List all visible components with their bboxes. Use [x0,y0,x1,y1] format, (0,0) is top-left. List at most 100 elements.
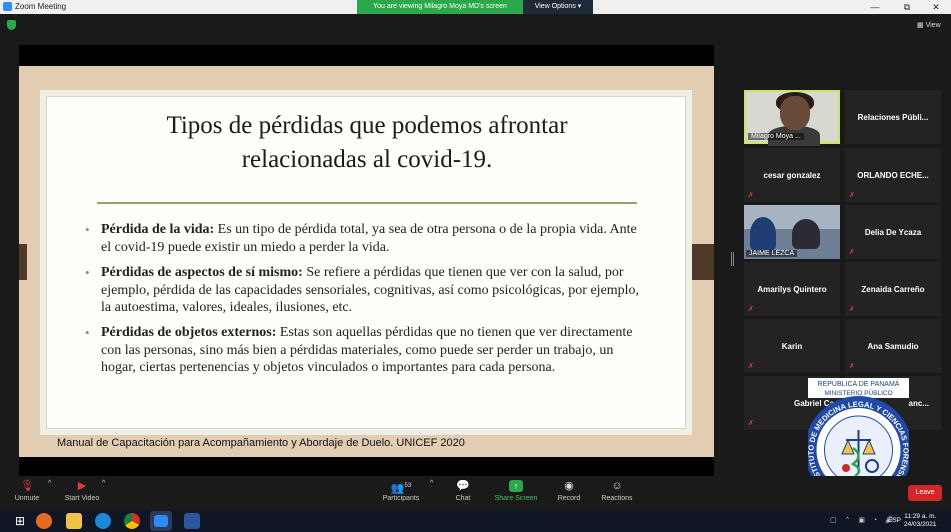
participant-tile[interactable]: ORLANDO ECHE... ✗ [845,148,941,202]
participant-tile[interactable]: Amarilys Quintero ✗ [744,262,840,316]
zoom-app-icon [154,515,168,527]
chat-icon: 💬 [456,480,470,492]
participant-name: Delia De Ycaza [864,227,922,237]
start-video-button[interactable]: ▶ Start Video [62,480,102,502]
word-icon[interactable] [184,513,200,529]
file-explorer-icon[interactable] [66,513,82,529]
muted-mic-icon: ✗ [748,306,754,313]
muted-mic-icon: ✗ [849,249,855,256]
participants-button[interactable]: 👥53 Participants [380,480,422,502]
view-options-button[interactable]: View Options ▾ [523,0,593,14]
slide-footer: Manual de Capacitación para Acompañamien… [57,437,465,449]
video-off-icon: ▶ [77,480,87,492]
meeting-toolbar: 🎙 Unmute ^ ▶ Start Video ^ 👥53 Participa… [0,476,951,510]
video-options-chevron-icon[interactable]: ^ [102,480,105,487]
minimize-button[interactable]: — [860,0,890,14]
muted-mic-icon: ✗ [748,192,754,199]
muted-microphone-icon: 🎙 [20,480,34,492]
system-tray-icons[interactable]: ▢ ⌃ ▣ ◔ 🔊 [830,516,897,524]
participant-tile[interactable]: Ana Samudio ✗ [845,319,941,373]
participant-tile[interactable]: Relaciones Públi... [845,90,941,144]
chevron-down-icon: ▾ [577,3,582,10]
slide-title-line-1: Tipos de pérdidas que podemos afrontar [166,112,568,139]
participant-tile[interactable]: Delia De Ycaza ✗ [845,205,941,259]
bullet-item: • Pérdida de la vida: Es un tipo de pérdi… [83,221,643,256]
language-indicator[interactable]: ESP [888,517,901,524]
muted-mic-icon: ✗ [849,306,855,313]
video-face [780,96,810,130]
video-person [792,219,820,249]
participant-name: Milagro Moya ... [748,133,804,140]
participant-name: JAIME LEZCA [746,250,798,257]
audio-options-chevron-icon[interactable]: ^ [48,480,51,487]
slide-decoration-left [19,244,27,280]
unmute-label: Unmute [14,495,40,502]
slide-title-line-2: relacionadas al covid-19. [241,146,493,173]
chrome-icon[interactable] [124,513,140,529]
gallery-view-button[interactable]: ▦ View [917,19,947,33]
video-person [750,217,776,251]
participant-name: Zenaida Carreño [861,284,925,294]
firefox-icon[interactable] [36,513,52,529]
bullet-icon: • [85,222,90,237]
clock-date: 24/03/2021 [904,521,937,528]
grid-icon: ▦ [917,22,924,29]
app-title: Zoom Meeting [15,2,67,11]
view-label: View [925,22,941,29]
slide-content-card: Tipos de pérdidas que podemos afrontar r… [46,96,686,429]
muted-mic-icon: ✗ [849,363,855,370]
participant-tile[interactable]: JAIME LEZCA [744,205,840,259]
bullet-icon: • [85,325,90,340]
muted-mic-icon: ✗ [748,363,754,370]
bullet-heading: Pérdidas de objetos externos: [101,325,277,340]
windows-taskbar: ⊞ ▢ ⌃ ▣ ◔ 🔊 ESP 11:29 a. m. 24/03/2021 [0,510,951,532]
close-button[interactable]: ✕ [921,0,951,14]
reactions-label: Reactions [601,495,633,502]
share-screen-label: Share Screen [494,495,538,502]
participant-tile[interactable]: cesar gonzalez ✗ [744,148,840,202]
unmute-button[interactable]: 🎙 Unmute [10,480,44,502]
participant-tile[interactable]: Milagro Moya ... [744,90,840,146]
slide-title: Tipos de pérdidas que podemos afrontar r… [47,109,687,177]
presentation-slide: Tipos de pérdidas que podemos afrontar r… [19,66,714,457]
participant-name: Karin [781,341,803,351]
bullet-heading: Pérdida de la vida: [101,222,215,237]
seal-top-line-2: MINISTERIO PÚBLICO [824,388,892,397]
share-screen-icon: ↑ [509,480,523,492]
slide-divider [97,202,637,204]
participants-options-chevron-icon[interactable]: ^ [430,480,433,487]
window-title-bar: Zoom Meeting You are viewing Milagro Moy… [0,0,951,14]
share-screen-button[interactable]: ↑ Share Screen [494,480,538,502]
reactions-icon: ☺ [611,480,623,492]
viewing-banner: You are viewing Milagro Moya MD's screen [357,0,523,14]
bullet-icon: • [85,265,90,280]
participants-icon: 👥53 [390,482,412,495]
record-icon: ◉ [564,480,574,492]
muted-mic-icon: ✗ [748,420,754,427]
reactions-button[interactable]: ☺ Reactions [600,480,634,502]
participant-tile[interactable]: Zenaida Carreño ✗ [845,262,941,316]
participant-tile[interactable]: Karin ✗ [744,319,840,373]
record-button[interactable]: ◉ Record [555,480,583,502]
system-clock[interactable]: 11:29 a. m. 24/03/2021 [904,513,937,529]
leave-button[interactable]: Leave [908,485,942,501]
panel-resize-handle[interactable] [731,252,734,266]
participant-name: cesar gonzalez [763,170,821,180]
record-label: Record [557,495,581,502]
view-options-label: View Options [534,3,576,10]
muted-mic-icon: ✗ [849,192,855,199]
participants-label: Participants [382,495,420,502]
participant-name: Ana Samudio [867,341,919,351]
zoom-logo-icon [3,2,12,11]
security-shield-icon[interactable] [7,20,16,30]
participant-name: Amarilys Quintero [757,284,827,294]
chat-button[interactable]: 💬 Chat [450,480,476,502]
chat-label: Chat [455,495,471,502]
participants-count: 53 [404,483,412,489]
seal-top-line-1: REPÚBLICA DE PANAMÁ [818,379,900,388]
clock-time: 11:29 a. m. [904,513,937,520]
start-icon[interactable]: ⊞ [12,513,28,529]
maximize-button[interactable]: ⧉ [892,0,922,14]
edge-icon[interactable] [95,513,111,529]
bullet-item: • Pérdidas de aspectos de sí mismo: Se re… [83,264,643,317]
